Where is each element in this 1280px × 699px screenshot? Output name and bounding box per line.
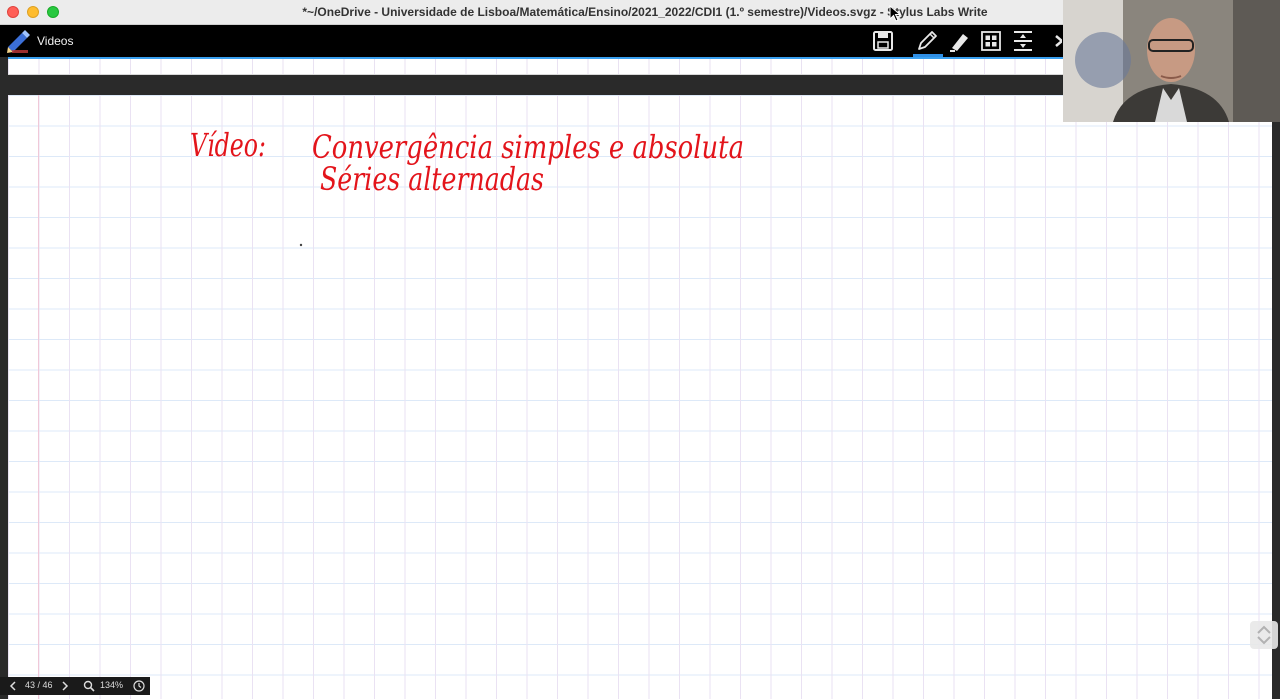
status-bar: 43 / 46 134% [0, 677, 150, 695]
handwriting-video-label: Vídeo: [190, 126, 266, 164]
prev-page-icon[interactable] [8, 681, 18, 691]
pen-icon [918, 31, 937, 50]
scroll-handle[interactable] [1250, 621, 1278, 649]
presenter-video-image [1063, 0, 1280, 122]
ink-dot [299, 243, 303, 247]
app-logo-icon[interactable] [4, 27, 32, 55]
handwriting-title-line2: Séries alternadas [320, 160, 544, 198]
history-icon[interactable] [133, 680, 145, 692]
select-tool-button[interactable] [978, 28, 1004, 54]
zoom-icon[interactable] [83, 680, 95, 692]
insert-space-icon [1014, 31, 1032, 51]
save-button[interactable] [870, 28, 896, 54]
notebook-page[interactable]: Vídeo: Convergência simples e absoluta S… [8, 95, 1272, 699]
eraser-icon [950, 34, 968, 52]
more-tools-button[interactable] [1050, 28, 1062, 54]
chevron-right-icon [1055, 35, 1062, 47]
mouse-cursor-icon [889, 5, 901, 22]
grid-select-icon [981, 31, 1001, 51]
next-page-icon[interactable] [60, 681, 70, 691]
pen-tool-button[interactable] [914, 28, 940, 54]
expand-arrows-icon [1257, 625, 1271, 645]
handwriting-layer: Vídeo: Convergência simples e absoluta S… [190, 126, 744, 247]
zoom-level[interactable]: 134% [100, 680, 123, 690]
floppy-disk-icon [873, 31, 893, 51]
eraser-tool-button[interactable] [946, 28, 972, 54]
page-indicator[interactable]: 43 / 46 [25, 680, 53, 690]
insert-space-button[interactable] [1010, 28, 1036, 54]
webcam-overlay [1063, 0, 1280, 122]
document-name[interactable]: Videos [37, 34, 73, 48]
